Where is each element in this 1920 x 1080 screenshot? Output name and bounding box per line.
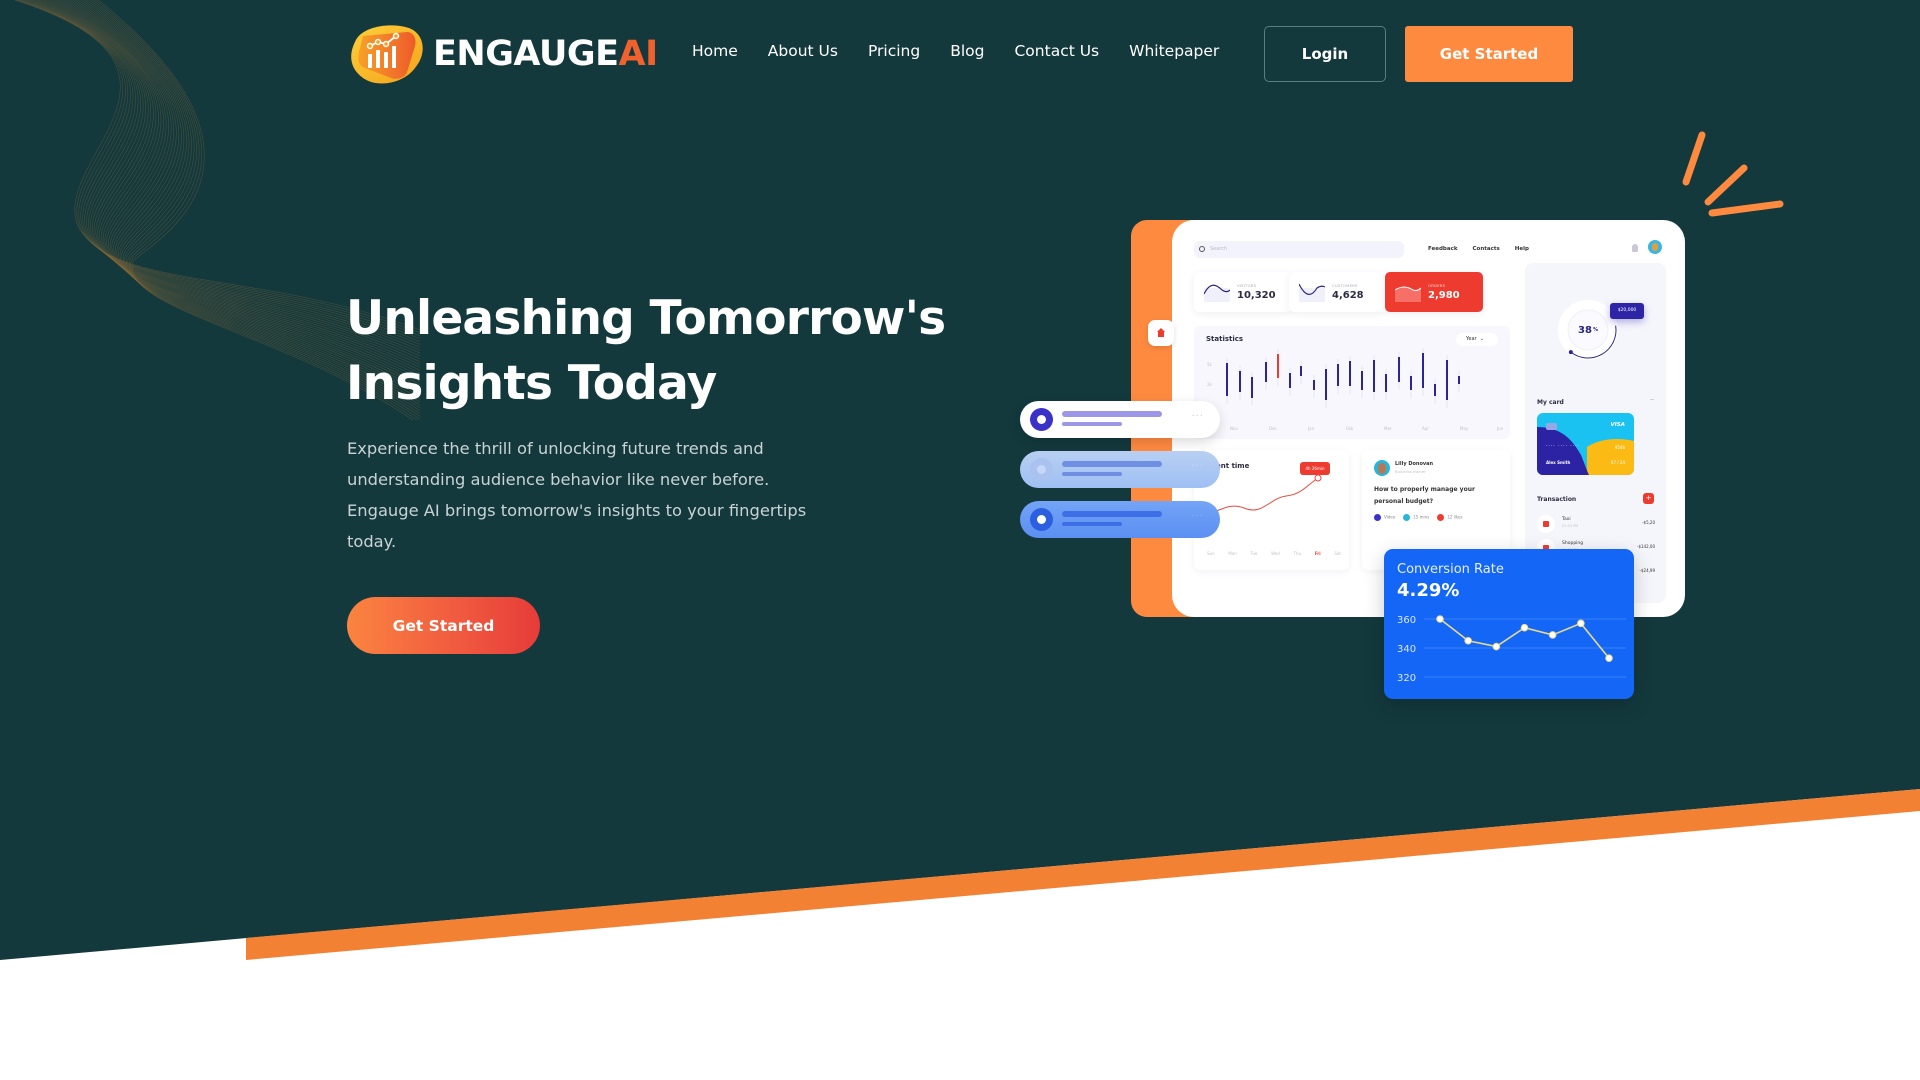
nav-contact-us[interactable]: Contact Us (1014, 42, 1099, 60)
nav-pricing[interactable]: Pricing (868, 42, 920, 60)
radio-icon (1030, 458, 1053, 481)
data-point (1436, 615, 1444, 623)
help-link: Help (1514, 246, 1529, 252)
conversion-value: 4.29% (1397, 580, 1460, 601)
dashboard-top-links: Feedback Contacts Help (1428, 246, 1529, 252)
contacts-link: Contacts (1472, 246, 1500, 252)
taxi-icon (1537, 515, 1555, 533)
spent-time-days: Sun Mon Tue Wed Thu Fri Sat (1207, 551, 1341, 556)
more-icon: ··· (1191, 461, 1204, 472)
get-started-nav-button[interactable]: Get Started (1405, 26, 1573, 82)
statistics-candles (1226, 348, 1460, 408)
user-avatar (1648, 240, 1662, 254)
floating-list-item: ··· (1020, 451, 1220, 488)
data-point (1577, 619, 1585, 628)
floating-list-item: ··· (1020, 401, 1220, 438)
stat-sparkline-icon (1395, 286, 1421, 302)
accent-dashes-decoration (1682, 131, 1784, 217)
salary-badge: $20,000 (1610, 303, 1644, 319)
data-point (1520, 623, 1529, 632)
data-point (1548, 631, 1557, 639)
clock-icon (1403, 514, 1411, 521)
nav-whitepaper[interactable]: Whitepaper (1129, 42, 1219, 60)
dashboard-search: Search (1194, 241, 1404, 258)
more-icon: ·· (1650, 397, 1654, 404)
data-point (1492, 642, 1501, 651)
conversion-rate-card: 360 340 320 Conversion Rate 4.29% (1384, 549, 1634, 699)
get-started-hero-button[interactable]: Get Started (347, 597, 540, 654)
feedback-link: Feedback (1428, 246, 1458, 252)
data-point (1605, 654, 1613, 662)
post-meta: Video 15 mins 12 likes (1374, 514, 1463, 521)
nav-home[interactable]: Home (692, 42, 738, 60)
main-nav: Home About Us Pricing Blog Contact Us Wh… (692, 42, 1249, 60)
login-button[interactable]: Login (1264, 26, 1386, 82)
hero-section: ENGAUGEAI Home About Us Pricing Blog Con… (0, 0, 1920, 1080)
credit-card: VISA ···· ···· ···· 9546 Alex Smith 07 /… (1537, 413, 1634, 475)
conversion-title: Conversion Rate (1397, 562, 1504, 577)
y-tick-label: 360 (1397, 615, 1416, 626)
radio-icon (1030, 508, 1053, 531)
logo-chart-icon (351, 25, 423, 84)
more-icon: ··· (1191, 511, 1204, 522)
logo[interactable]: ENGAUGEAI (347, 22, 658, 86)
statistics-panel: Statistics Year ⌄ 5k 2k Nov Dec Jan Feb … (1194, 326, 1510, 439)
radio-icon (1030, 408, 1053, 431)
stat-customers: CUSTOMERS 4,628 (1289, 272, 1387, 312)
home-icon (1148, 320, 1174, 346)
y-tick-label: 340 (1397, 644, 1416, 655)
search-icon (1199, 246, 1205, 252)
headline-line-1: Unleashing Tomorrow's (346, 291, 946, 346)
stat-orders: ORDERS 2,980 (1385, 272, 1483, 312)
video-icon (1374, 514, 1381, 521)
nav-blog[interactable]: Blog (950, 42, 984, 60)
card-chip (1546, 423, 1557, 430)
stat-sparkline-icon (1299, 283, 1325, 302)
stat-sparkline-icon (1204, 284, 1230, 302)
add-transaction-icon: + (1643, 493, 1654, 504)
like-icon (1437, 514, 1445, 521)
bell-icon (1632, 244, 1638, 252)
hero-headline: Unleashing Tomorrow's Insights Today (346, 286, 966, 416)
hero-description: Experience the thrill of unlocking futur… (347, 439, 807, 551)
more-icon: ··· (1191, 411, 1204, 422)
y-tick-label: 320 (1397, 673, 1416, 684)
headline-line-2: Insights Today (346, 356, 717, 411)
transaction-row: Taxi 01:23 PM -$5,20 (1537, 515, 1655, 535)
author-avatar (1374, 460, 1390, 476)
nav-about-us[interactable]: About Us (768, 42, 838, 60)
logo-text: ENGAUGEAI (433, 34, 658, 74)
floating-list-item: ··· (1020, 501, 1220, 538)
stat-visitors: VISITORS 10,320 (1194, 272, 1292, 312)
data-point (1464, 636, 1472, 645)
